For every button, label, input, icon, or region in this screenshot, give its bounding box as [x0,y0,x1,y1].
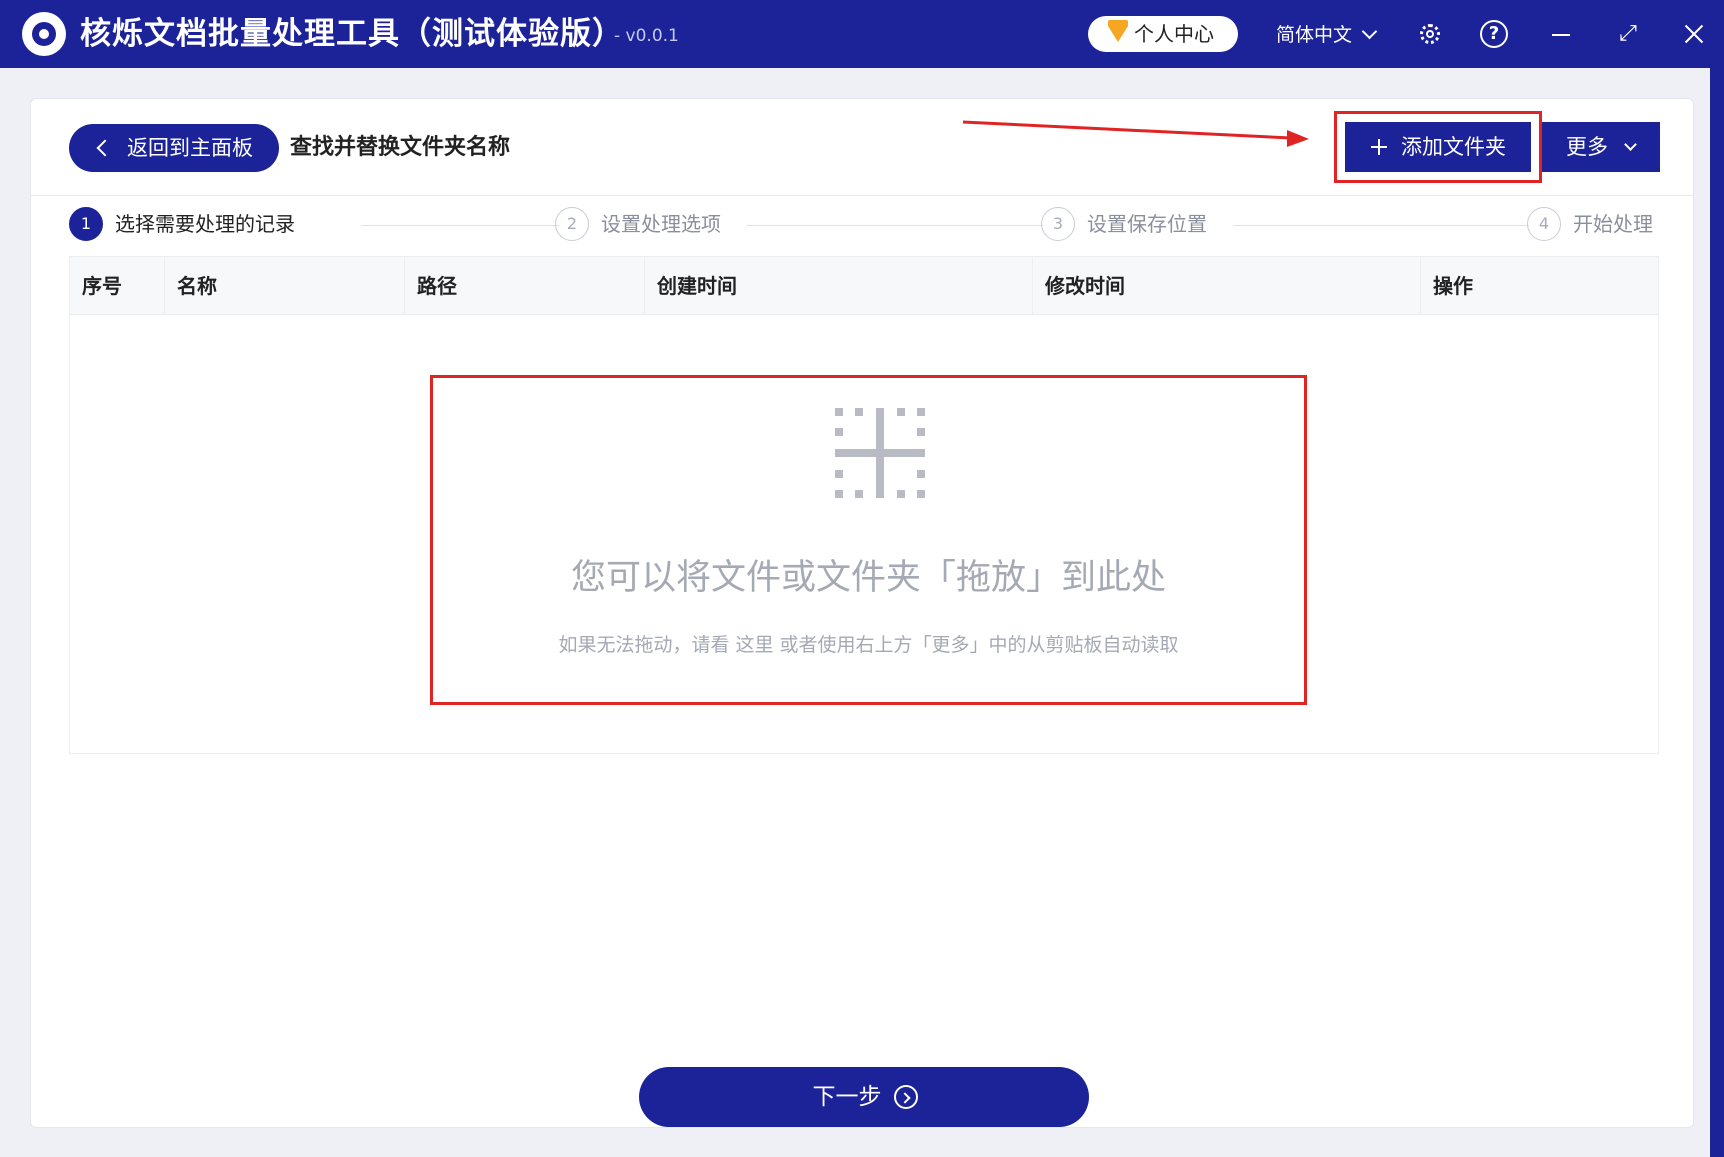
help-icon[interactable]: ? [1480,20,1508,48]
table-header: 序号 名称 路径 创建时间 修改时间 操作 [70,257,1658,315]
header-divider [31,195,1693,196]
next-step-button[interactable]: 下一步 [639,1067,1089,1127]
content-panel: 返回到主面板 查找并替换文件夹名称 添加文件夹 更多 1 选择需要处理的记录 2… [30,98,1694,1128]
chevron-down-icon [1624,138,1637,151]
drop-zone-hint: 如果无法拖动，请看 这里 或者使用右上方「更多」中的从剪贴板自动读取 [558,634,1179,656]
drop-zone[interactable]: 您可以将文件或文件夹「拖放」到此处 如果无法拖动，请看 这里 或者使用右上方「更… [430,375,1307,705]
column-header-path[interactable]: 路径 [405,257,645,315]
chevron-down-icon[interactable] [1361,23,1378,40]
gear-icon[interactable] [1416,20,1444,48]
back-to-dashboard-button[interactable]: 返回到主面板 [69,124,279,172]
plus-icon [1371,139,1387,155]
vip-diamond-icon [1108,20,1128,42]
step-connector [1233,225,1529,226]
drop-zone-title: 您可以将文件或文件夹「拖放」到此处 [570,558,1166,598]
page-title: 查找并替换文件夹名称 [290,135,511,160]
column-header-created[interactable]: 创建时间 [645,257,1033,315]
app-version: - v0.0.1 [614,26,679,46]
app-title: 核烁文档批量处理工具（测试体验版） [80,16,624,52]
minimize-icon[interactable] [1548,20,1576,48]
step-connector [361,225,559,226]
more-menu-button[interactable]: 更多 [1542,122,1660,172]
step-connector [747,225,1043,226]
window-edge [1710,68,1724,1157]
user-center-label: 个人中心 [1134,22,1214,46]
step-number: 4 [1527,207,1561,241]
step-number: 2 [555,207,589,241]
app-logo-icon [22,12,66,56]
step-label: 设置处理选项 [601,212,721,236]
next-step-label: 下一步 [812,1084,882,1110]
maximize-icon[interactable]: ⤢ [1614,20,1642,48]
step-label: 设置保存位置 [1087,212,1207,236]
column-header-index[interactable]: 序号 [70,257,165,315]
language-select[interactable]: 简体中文 [1276,22,1352,48]
close-icon[interactable] [1680,20,1708,48]
annotation-arrow [962,120,1309,147]
step-number: 3 [1041,207,1075,241]
more-label: 更多 [1566,135,1608,159]
step-label: 选择需要处理的记录 [115,212,295,236]
chevron-left-icon [96,139,114,157]
column-header-modified[interactable]: 修改时间 [1033,257,1421,315]
add-folder-button[interactable]: 添加文件夹 [1345,122,1531,172]
back-button-label: 返回到主面板 [127,136,253,160]
drop-target-icon [835,408,925,498]
step-number: 1 [69,207,103,241]
main-window: 返回到主面板 查找并替换文件夹名称 添加文件夹 更多 1 选择需要处理的记录 2… [0,68,1724,1157]
arrow-right-circle-icon [894,1085,918,1109]
column-header-actions: 操作 [1433,274,1473,298]
step-label: 开始处理 [1573,212,1653,236]
user-center-button[interactable]: 个人中心 [1088,16,1238,52]
add-folder-label: 添加文件夹 [1401,135,1506,159]
column-header-name[interactable]: 名称 [165,257,405,315]
title-bar: 核烁文档批量处理工具（测试体验版） - v0.0.1 个人中心 简体中文 ? ⤢ [0,0,1724,68]
